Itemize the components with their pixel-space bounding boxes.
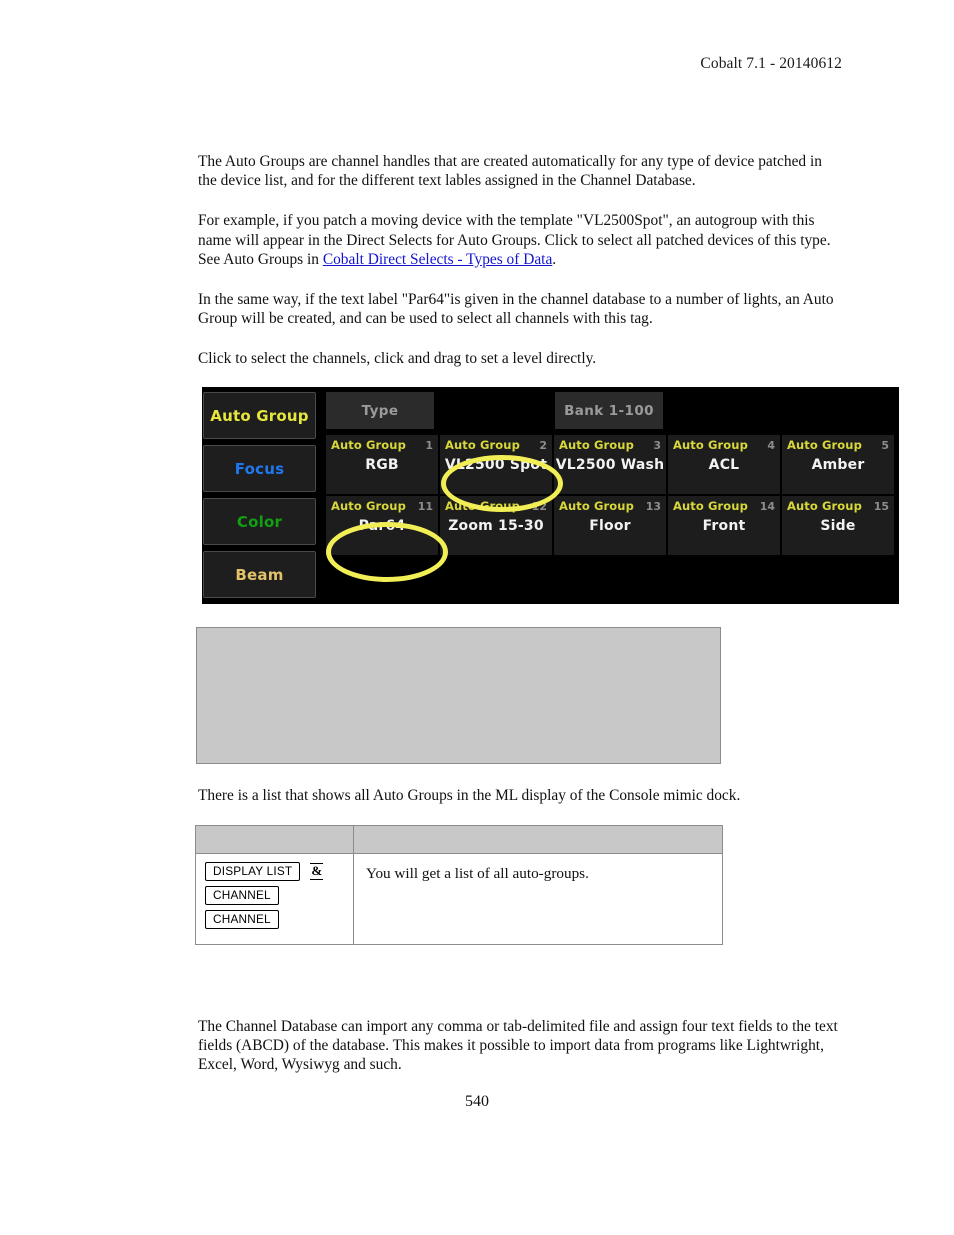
cell-name: Floor: [589, 518, 631, 534]
caption-ml-display-list: There is a list that shows all Auto Grou…: [198, 787, 741, 804]
cell-kind-label: Auto Group: [559, 438, 634, 452]
table-header-keys: [195, 825, 354, 854]
category-button-beam[interactable]: Beam: [203, 551, 316, 598]
direct-select-cell-rgb[interactable]: Auto Group 1 RGB: [326, 435, 438, 494]
cell-number: 13: [645, 500, 661, 513]
cell-name: VL2500 Wash: [555, 457, 665, 473]
category-button-focus-label: Focus: [234, 459, 285, 478]
tab-bank-1-100[interactable]: Bank 1-100: [555, 392, 663, 429]
paragraph-example: For example, if you patch a moving devic…: [198, 211, 838, 269]
cell-kind-label: Auto Group: [559, 499, 634, 513]
cell-header: Auto Group 1: [331, 438, 433, 452]
key-separator-ampersand: &: [310, 863, 324, 880]
cell-name: RGB: [365, 457, 399, 473]
direct-select-cell-par64[interactable]: Auto Group 11 Par64: [326, 496, 438, 555]
key-sequence-cell: DISPLAY LIST & CHANNEL CHANNEL: [195, 853, 354, 945]
table-header-row: [195, 825, 723, 854]
cell-kind-label: Auto Group: [331, 438, 406, 452]
cell-number: 14: [759, 500, 775, 513]
cell-number: 15: [873, 500, 889, 513]
cell-header: Auto Group 2: [445, 438, 547, 452]
table-header-description: [353, 825, 723, 854]
category-button-color-label: Color: [236, 512, 283, 531]
cell-name: Side: [820, 518, 856, 534]
category-button-focus[interactable]: Focus: [203, 445, 316, 492]
cell-kind-label: Auto Group: [673, 438, 748, 452]
cell-number: 1: [425, 439, 433, 452]
main-text-block: The Auto Groups are channel handles that…: [198, 152, 838, 390]
cell-kind-label: Auto Group: [445, 438, 520, 452]
direct-selects-category-buttons: Auto Group Focus Color Beam: [203, 392, 316, 604]
bottom-text-block: The Channel Database can import any comm…: [198, 1017, 838, 1096]
direct-select-cell-side[interactable]: Auto Group 15 Side: [782, 496, 894, 555]
cell-name: VL2500 Spot: [444, 457, 548, 473]
page-number: 540: [465, 1093, 489, 1110]
direct-select-cell-acl[interactable]: Auto Group 4 ACL: [668, 435, 780, 494]
cell-header: Auto Group 13: [559, 499, 661, 513]
cell-kind-label: Auto Group: [787, 438, 862, 452]
key-row: CHANNEL: [205, 886, 344, 905]
cell-number: 11: [417, 500, 433, 513]
cell-header: Auto Group 14: [673, 499, 775, 513]
document-version-header: Cobalt 7.1 - 20140612: [700, 55, 842, 72]
direct-select-cell-vl2500-wash[interactable]: Auto Group 3 VL2500 Wash: [554, 435, 666, 494]
cell-number: 2: [539, 439, 547, 452]
tab-type-label: Type: [361, 402, 399, 419]
cell-kind-label: Auto Group: [673, 499, 748, 513]
cell-number: 5: [881, 439, 889, 452]
category-button-auto-group[interactable]: Auto Group: [203, 392, 316, 439]
cell-header: Auto Group 5: [787, 438, 889, 452]
key-command-table: DISPLAY LIST & CHANNEL CHANNEL You will …: [195, 825, 723, 945]
cell-name: Zoom 15-30: [448, 518, 544, 534]
keycap-display-list[interactable]: DISPLAY LIST: [205, 862, 301, 881]
document-page: Cobalt 7.1 - 20140612 The Auto Groups ar…: [0, 0, 954, 1235]
console-direct-selects-screenshot: Auto Group Focus Color Beam Type Bank 1-…: [202, 387, 899, 604]
cell-header: Auto Group 4: [673, 438, 775, 452]
tab-bank-1-100-label: Bank 1-100: [564, 402, 654, 419]
image-placeholder: [196, 627, 721, 764]
cell-header: Auto Group 3: [559, 438, 661, 452]
paragraph-click-to-select: Click to select the channels, click and …: [198, 350, 597, 368]
key-row: DISPLAY LIST &: [205, 862, 344, 881]
cell-name: Front: [702, 518, 746, 534]
cell-kind-label: Auto Group: [445, 499, 520, 513]
cell-header: Auto Group 15: [787, 499, 889, 513]
direct-select-cell-vl2500-spot[interactable]: Auto Group 2 VL2500 Spot: [440, 435, 552, 494]
cell-number: 3: [653, 439, 661, 452]
paragraph-par64-label: In the same way, if the text label "Par6…: [198, 291, 834, 328]
direct-selects-row: Auto Group 1 RGB Auto Group 2 VL2500 Spo…: [326, 435, 896, 494]
direct-selects-row: Auto Group 11 Par64 Auto Group 12 Zoom 1…: [326, 496, 896, 555]
cell-name: ACL: [708, 457, 740, 473]
direct-select-cell-front[interactable]: Auto Group 14 Front: [668, 496, 780, 555]
link-cobalt-direct-selects-types-of-data[interactable]: Cobalt Direct Selects - Types of Data: [323, 251, 552, 268]
cell-number: 4: [767, 439, 775, 452]
tab-type[interactable]: Type: [326, 392, 434, 429]
paragraph-example-text-after: .: [552, 250, 557, 268]
direct-selects-grid: Auto Group 1 RGB Auto Group 2 VL2500 Spo…: [326, 435, 896, 555]
keycap-channel-2[interactable]: CHANNEL: [205, 910, 279, 929]
cell-number: 12: [531, 500, 547, 513]
direct-select-cell-amber[interactable]: Auto Group 5 Amber: [782, 435, 894, 494]
direct-select-cell-zoom-15-30[interactable]: Auto Group 12 Zoom 15-30: [440, 496, 552, 555]
direct-select-cell-floor[interactable]: Auto Group 13 Floor: [554, 496, 666, 555]
category-button-auto-group-label: Auto Group: [210, 406, 309, 425]
cell-name: Amber: [811, 457, 865, 473]
keycap-channel-1[interactable]: CHANNEL: [205, 886, 279, 905]
cell-header: Auto Group 12: [445, 499, 547, 513]
table-row: DISPLAY LIST & CHANNEL CHANNEL You will …: [195, 853, 723, 945]
cell-name: Par64: [358, 518, 406, 534]
key-row: CHANNEL: [205, 910, 344, 929]
paragraph-auto-groups-intro: The Auto Groups are channel handles that…: [198, 153, 822, 190]
key-description-cell: You will get a list of all auto-groups.: [353, 853, 723, 945]
category-button-color[interactable]: Color: [203, 498, 316, 545]
paragraph-channel-database-import: The Channel Database can import any comm…: [198, 1018, 838, 1074]
cell-kind-label: Auto Group: [787, 499, 862, 513]
cell-kind-label: Auto Group: [331, 499, 406, 513]
cell-header: Auto Group 11: [331, 499, 433, 513]
category-button-beam-label: Beam: [235, 565, 284, 584]
